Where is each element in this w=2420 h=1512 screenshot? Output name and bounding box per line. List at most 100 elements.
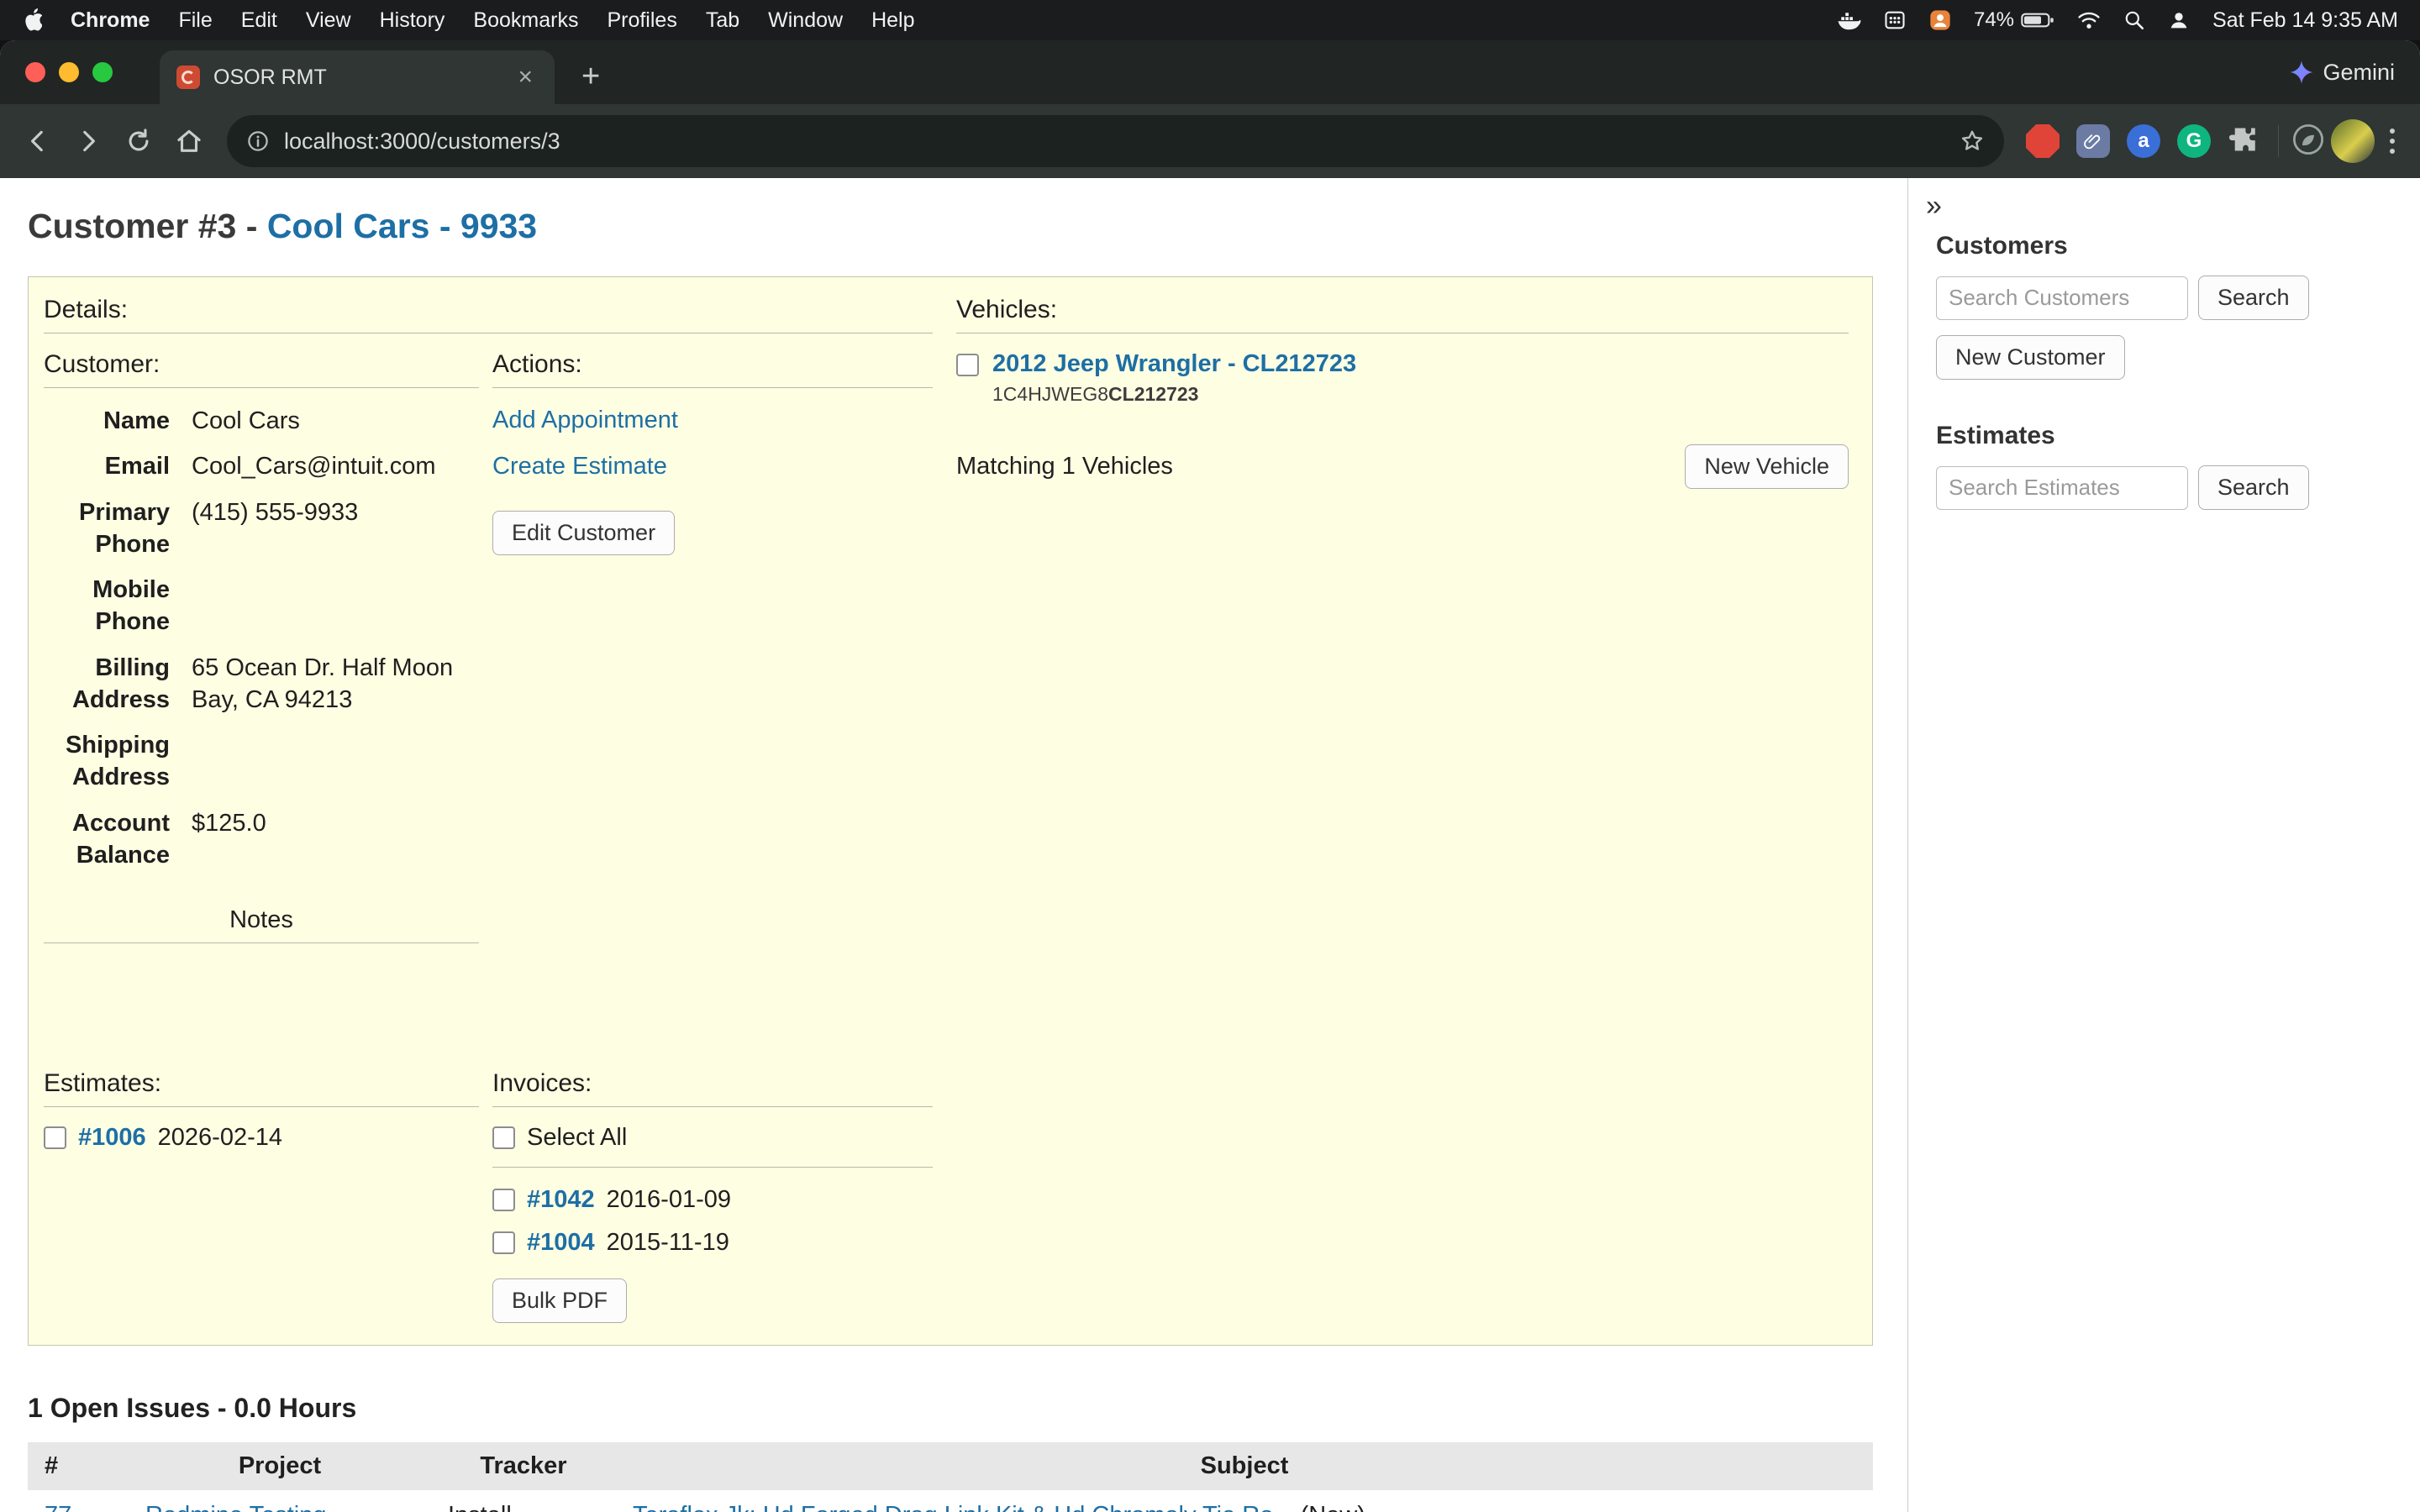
issue-status: (New) [1301,1502,1365,1512]
grammarly-extension-icon[interactable]: G [2177,124,2211,158]
tab-favicon [176,66,200,89]
invoices-column: Invoices: Select All #1042 2016-01-09 [492,1069,933,1323]
tab-close-icon[interactable]: × [513,63,538,92]
leaf-mode-icon[interactable] [2291,122,2326,161]
vehicles-section: Vehicles: 2012 Jeep Wrangler - CL212723 … [956,296,1849,1323]
customer-column: Customer: Name Cool Cars Email Cool_Cars… [44,350,479,943]
issue-subject-link[interactable]: Teraflex Jk: Hd Forged Drag Link Kit & H… [633,1502,1294,1512]
invoice-1042-checkbox[interactable] [492,1189,515,1211]
docker-icon[interactable] [1836,9,1861,31]
zoom-window-button[interactable] [92,62,113,82]
page-title-prefix: Customer #3 - [28,207,267,245]
vehicle-link[interactable]: 2012 Jeep Wrangler - CL212723 [992,350,1356,377]
edit-customer-button[interactable]: Edit Customer [492,511,675,555]
site-info-icon[interactable] [245,129,271,154]
menu-item-help[interactable]: Help [871,8,914,33]
authenticator-extension-icon[interactable]: a [2127,124,2160,158]
menu-item-bookmarks[interactable]: Bookmarks [473,8,578,33]
header-project: Project [129,1442,431,1490]
minimize-window-button[interactable] [59,62,79,82]
vehicle-checkbox[interactable] [956,354,979,376]
menu-bar-clock[interactable]: Sat Feb 14 9:35 AM [2212,8,2398,33]
tab-osor-rmt[interactable]: OSOR RMT × [160,50,555,104]
menu-item-edit[interactable]: Edit [241,8,277,33]
address-bar[interactable]: localhost:3000/customers/3 [227,115,2004,167]
estimate-1006-link[interactable]: #1006 [78,1124,146,1152]
field-label-account-balance: Account Balance [44,807,170,872]
extensions-puzzle-icon[interactable] [2228,123,2260,160]
wifi-icon[interactable] [2076,10,2102,30]
estimates-search-input[interactable] [1936,466,2188,510]
adblock-extension-icon[interactable] [2026,124,2060,158]
page-title: Customer #3 - Cool Cars - 9933 [28,207,1874,246]
window-controls [0,62,129,82]
matching-vehicles-label: Matching 1 Vehicles [956,453,1173,480]
select-all-checkbox[interactable] [492,1126,515,1149]
tab-strip: OSOR RMT × + Gemini [0,40,2420,104]
close-window-button[interactable] [25,62,45,82]
menu-item-window[interactable]: Window [768,8,843,33]
clip-extension-icon[interactable] [2076,124,2110,158]
vehicles-heading: Vehicles: [956,296,1849,333]
issue-row: 77 Redmine Testing Install Teraflex Jk: … [28,1490,1873,1512]
estimates-search-button[interactable]: Search [2198,465,2309,510]
customer-heading: Customer: [44,350,479,388]
invoice-1004-checkbox[interactable] [492,1231,515,1254]
apple-logo-icon[interactable] [22,8,42,32]
field-value-shipping-address [192,729,479,794]
estimate-checkbox[interactable] [44,1126,66,1149]
browser-toolbar: localhost:3000/customers/3 a G [0,104,2420,178]
sidebar-collapse-icon[interactable]: » [1921,190,1947,222]
main-column: Customer #3 - Cool Cars - 9933 Details: … [0,178,1907,1512]
menu-item-chrome[interactable]: Chrome [71,8,150,33]
menu-bar: Chrome File Edit View History Bookmarks … [0,0,2420,40]
new-vehicle-button[interactable]: New Vehicle [1685,444,1849,489]
menu-item-tab[interactable]: Tab [706,8,739,33]
toolbar-divider [2278,125,2279,157]
user-orange-icon[interactable] [1928,8,1952,32]
menu-item-history[interactable]: History [380,8,445,33]
reload-button[interactable] [116,118,161,164]
gemini-sparkle-icon [2289,60,2314,85]
customers-search-button[interactable]: Search [2198,276,2309,320]
spotlight-search-icon[interactable] [2123,9,2145,31]
field-value-primary-phone: (415) 555-9933 [192,496,479,561]
battery-indicator[interactable]: 74% [1974,8,2054,32]
select-all-row: Select All [492,1124,933,1152]
invoice-1004-date: 2015-11-19 [607,1229,729,1257]
home-button[interactable] [166,118,212,164]
back-button[interactable] [15,118,60,164]
new-tab-button[interactable]: + [573,60,608,92]
add-appointment-link[interactable]: Add Appointment [492,407,933,434]
issue-id-link[interactable]: 77 [45,1502,71,1512]
forward-button[interactable] [66,118,111,164]
bookmark-star-icon[interactable] [1959,128,1986,155]
issue-project-link[interactable]: Redmine Testing [145,1502,326,1512]
field-label-name: Name [44,405,170,437]
menu-item-file[interactable]: File [178,8,212,33]
app-grid-icon[interactable] [1883,8,1907,32]
vehicle-row: 2012 Jeep Wrangler - CL212723 1C4HJWEG8C… [956,350,1849,406]
invoice-1004-link[interactable]: #1004 [527,1229,595,1257]
details-panel: Details: Customer: Name Cool Cars Email … [28,276,1873,1346]
customers-search-input[interactable] [1936,276,2188,320]
create-estimate-link[interactable]: Create Estimate [492,453,933,480]
estimates-heading: Estimates: [44,1069,479,1107]
right-sidebar: » Customers Search New Customer Estimate… [1907,178,2420,1512]
field-value-mobile-phone [192,574,479,638]
gemini-button[interactable]: Gemini [2289,60,2395,86]
estimate-1006-date: 2026-02-14 [158,1124,282,1152]
user-switch-icon[interactable] [2167,8,2191,32]
bulk-pdf-button[interactable]: Bulk PDF [492,1278,627,1323]
browser-menu-icon[interactable] [2380,129,2405,154]
field-value-email: Cool_Cars@intuit.com [192,450,479,482]
invoice-1042-link[interactable]: #1042 [527,1186,595,1214]
header-subject: Subject [616,1442,1873,1490]
menu-item-profiles[interactable]: Profiles [607,8,676,33]
new-customer-button[interactable]: New Customer [1936,335,2125,380]
profile-avatar[interactable] [2331,119,2375,163]
customer-name-link[interactable]: Cool Cars - 9933 [267,207,537,245]
field-label-primary-phone: Primary Phone [44,496,170,561]
menu-item-view[interactable]: View [306,8,351,33]
field-label-mobile-phone: Mobile Phone [44,574,170,638]
